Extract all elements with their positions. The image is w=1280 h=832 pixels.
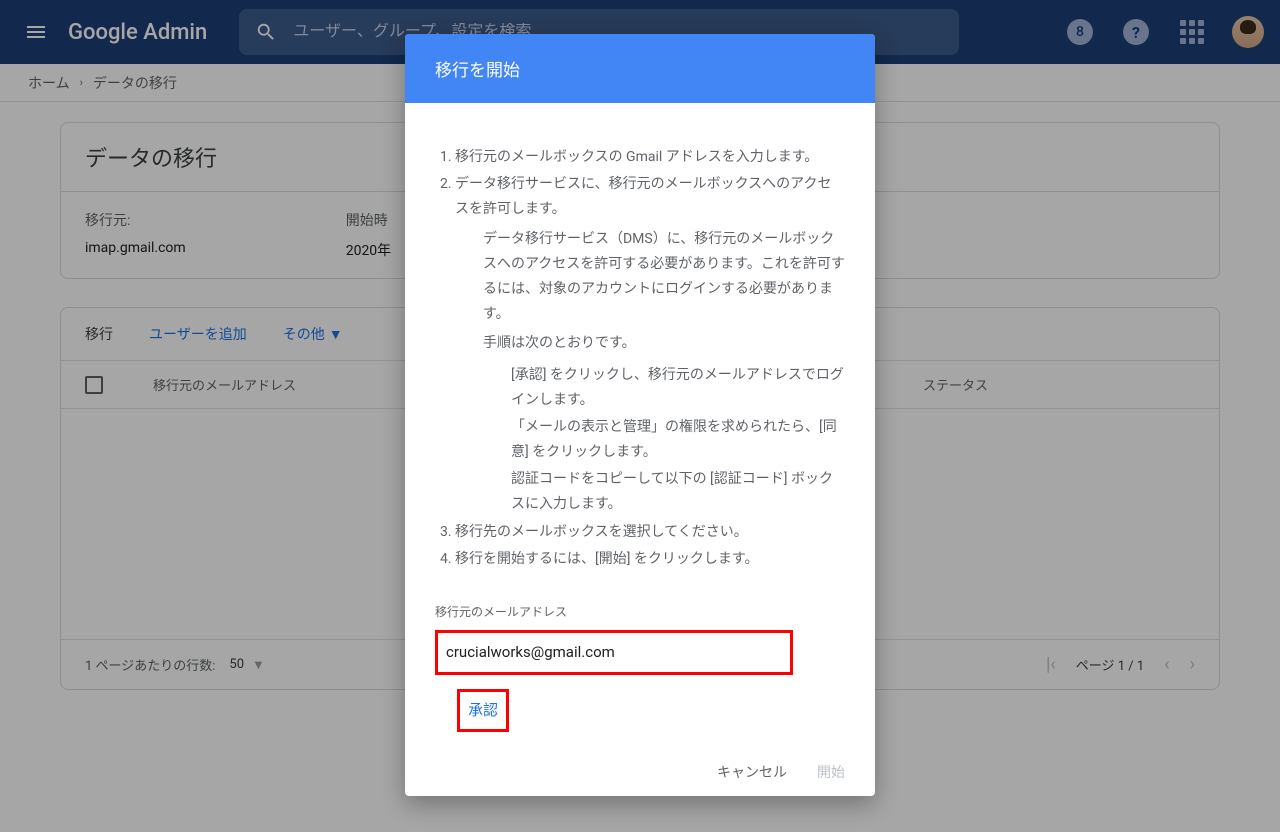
step-1: 移行元のメールボックスの Gmail アドレスを入力します。 xyxy=(455,145,845,170)
step-3: 移行先のメールボックスを選択してください。 xyxy=(455,520,845,545)
step-2c: 認証コードをコピーして以下の [認証コード] ボックスに入力します。 xyxy=(511,467,845,517)
migration-start-modal: 移行を開始 移行元のメールボックスの Gmail アドレスを入力します。 データ… xyxy=(405,34,875,796)
step-2-instr: 手順は次のとおりです。 xyxy=(455,331,845,356)
step-2a: [承認] をクリックし、移行元のメールアドレスでログインします。 xyxy=(511,363,845,413)
approve-button[interactable]: 承認 xyxy=(457,689,509,732)
step-2b: 「メールの表示と管理」の権限を求められたら、[同意] をクリックします。 xyxy=(511,415,845,465)
start-button[interactable]: 開始 xyxy=(817,762,845,782)
step-2-sub: データ移行サービス（DMS）に、移行元のメールボックスへのアクセスを許可する必要… xyxy=(455,227,845,328)
email-field-label: 移行元のメールアドレス xyxy=(435,602,845,624)
source-email-input[interactable]: crucialworks@gmail.com xyxy=(435,630,793,675)
step-2-text: データ移行サービスに、移行元のメールボックスへのアクセスを許可します。 xyxy=(455,176,831,217)
step-4: 移行を開始するには、[開始] をクリックします。 xyxy=(455,547,845,572)
modal-footer: キャンセル 開始 xyxy=(405,748,875,796)
cancel-button[interactable]: キャンセル xyxy=(717,762,787,782)
step-2: データ移行サービスに、移行元のメールボックスへのアクセスを許可します。 データ移… xyxy=(455,172,845,517)
modal-title: 移行を開始 xyxy=(405,34,875,103)
modal-body: 移行元のメールボックスの Gmail アドレスを入力します。 データ移行サービス… xyxy=(405,103,875,748)
